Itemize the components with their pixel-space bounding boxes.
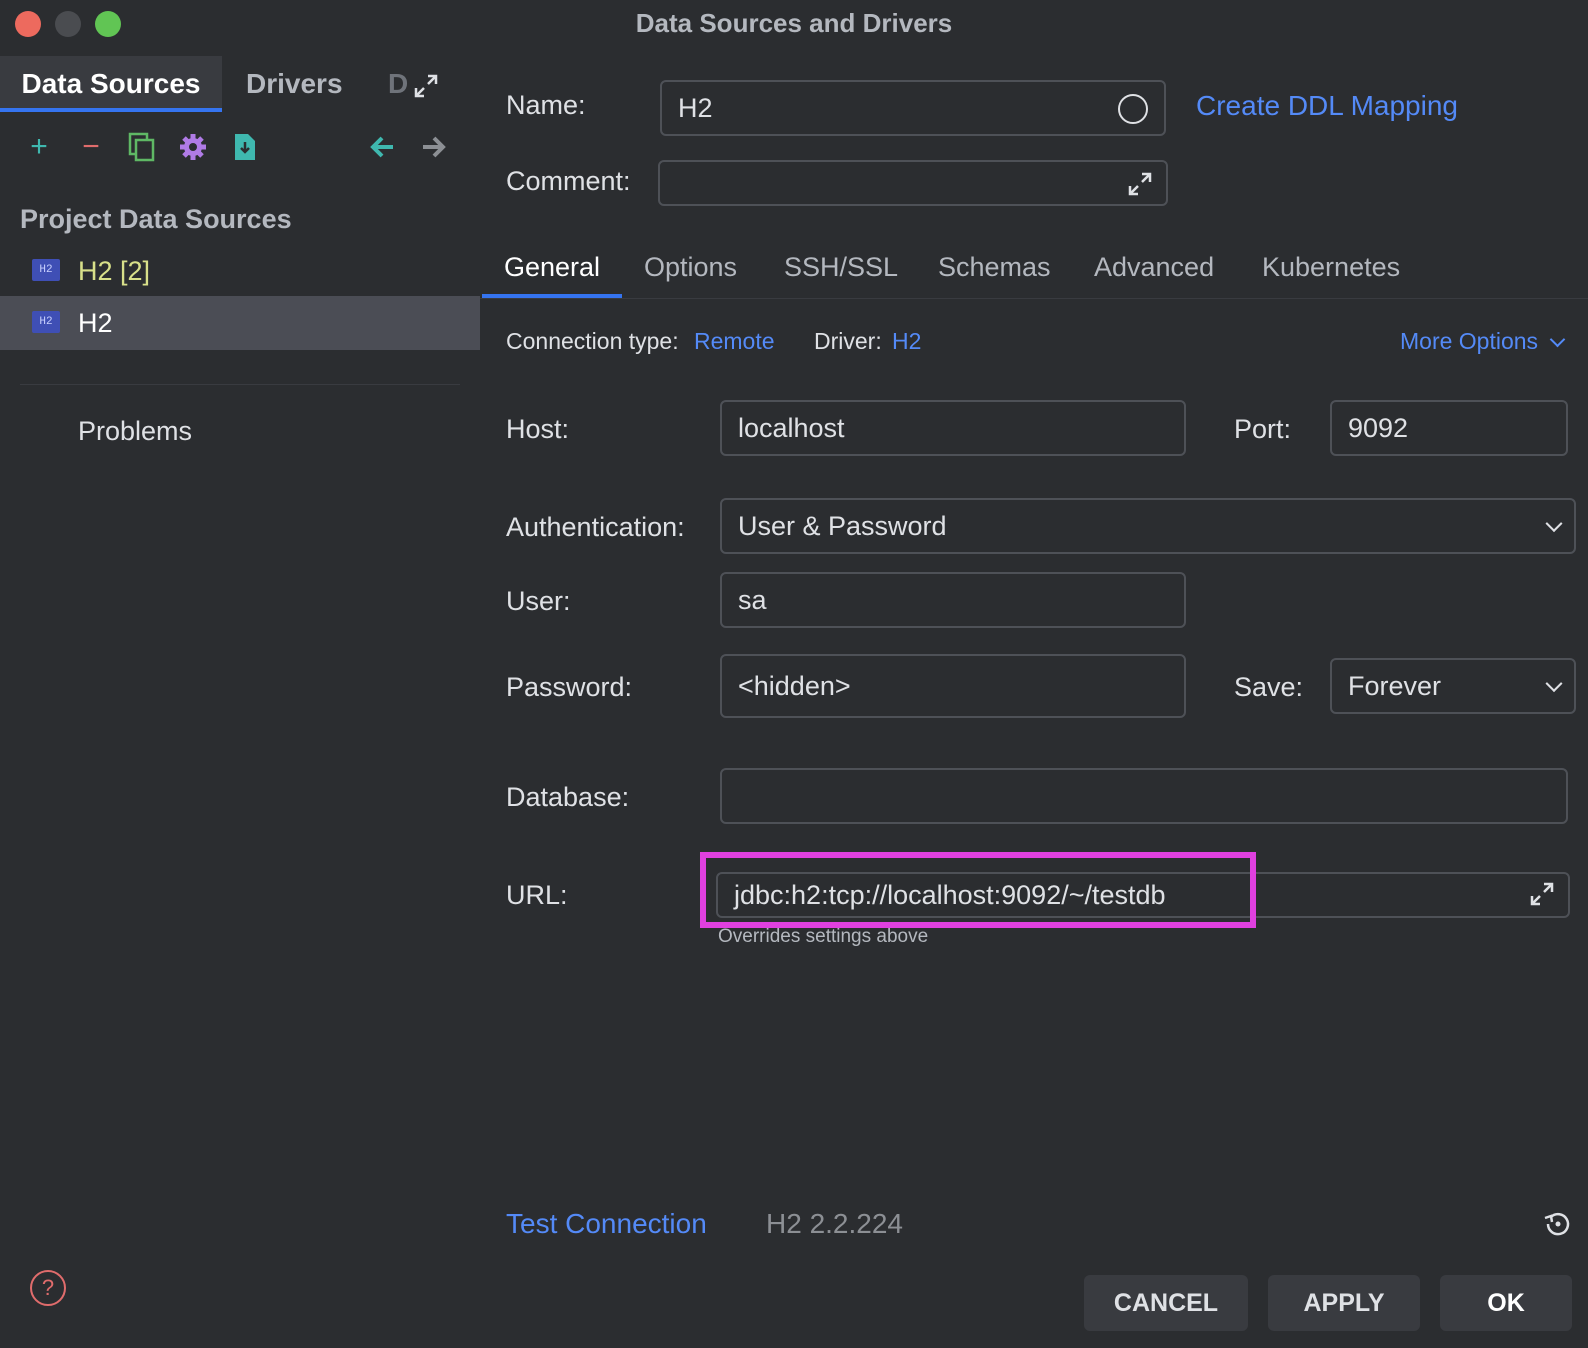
expand-icon[interactable]: [412, 72, 440, 100]
revert-icon[interactable]: [1542, 1208, 1574, 1240]
create-ddl-link[interactable]: Create DDL Mapping: [1196, 90, 1458, 122]
database-input[interactable]: [720, 768, 1568, 824]
chevron-down-icon: [1545, 515, 1563, 533]
name-field[interactable]: H2: [660, 80, 1166, 136]
tab-data-sources[interactable]: Data Sources: [0, 56, 222, 112]
remove-icon[interactable]: −: [74, 130, 108, 164]
divider: [20, 384, 460, 385]
connection-type-link[interactable]: Remote: [694, 328, 775, 355]
duplicate-icon[interactable]: [124, 130, 158, 164]
color-circle-icon[interactable]: [1118, 94, 1148, 124]
gear-icon[interactable]: [176, 130, 210, 164]
forward-arrow-icon[interactable]: [416, 130, 450, 164]
left-panel: Data Sources Drivers D + − Project Data …: [0, 52, 480, 1348]
expand-icon[interactable]: [1126, 170, 1154, 205]
driver-version: H2 2.2.224: [766, 1208, 903, 1239]
host-label: Host:: [506, 414, 570, 444]
tree-item-h2-2[interactable]: H2 H2 [2]: [0, 244, 480, 298]
port-label: Port:: [1234, 414, 1292, 444]
problems-item[interactable]: Problems: [78, 416, 192, 447]
connection-type-label: Connection type:: [506, 328, 679, 354]
password-label: Password:: [506, 672, 633, 702]
test-connection-link[interactable]: Test Connection: [506, 1208, 707, 1240]
save-label: Save:: [1234, 672, 1304, 702]
help-icon[interactable]: ?: [30, 1270, 66, 1306]
expand-icon[interactable]: [1528, 880, 1556, 915]
title-bar: Data Sources and Drivers: [0, 0, 1588, 52]
tab-advanced[interactable]: Advanced: [1094, 248, 1214, 298]
database-icon: H2: [32, 259, 60, 281]
apply-button[interactable]: APPLY: [1268, 1275, 1420, 1331]
tab-ssh-ssl[interactable]: SSH/SSL: [784, 248, 898, 298]
tree-item-label: H2: [78, 308, 113, 338]
more-options-link[interactable]: More Options: [1400, 328, 1566, 355]
chevron-down-icon: [1545, 675, 1563, 693]
tab-options[interactable]: Options: [644, 248, 737, 298]
comment-label: Comment:: [506, 166, 631, 196]
save-value: Forever: [1348, 670, 1442, 701]
user-input[interactable]: sa: [720, 572, 1186, 628]
save-select[interactable]: Forever: [1330, 658, 1576, 714]
tab-general[interactable]: General: [482, 248, 623, 298]
user-label: User:: [506, 586, 571, 616]
tab-truncated[interactable]: D: [388, 56, 408, 112]
section-title: Project Data Sources: [20, 204, 292, 234]
window-title: Data Sources and Drivers: [635, 8, 953, 38]
ok-button[interactable]: OK: [1440, 1275, 1572, 1331]
host-input[interactable]: localhost: [720, 400, 1186, 456]
chevron-down-icon: [1550, 331, 1566, 348]
url-label: URL:: [506, 880, 568, 910]
authentication-label: Authentication:: [506, 512, 685, 542]
driver-label: Driver:: [814, 328, 882, 354]
tree-item-h2[interactable]: H2 H2: [0, 296, 480, 350]
port-input[interactable]: 9092: [1330, 400, 1568, 456]
driver-link[interactable]: H2: [892, 328, 921, 355]
authentication-value: User & Password: [738, 510, 947, 541]
cancel-button[interactable]: CANCEL: [1084, 1275, 1248, 1331]
add-icon[interactable]: +: [22, 130, 56, 164]
tab-drivers[interactable]: Drivers: [246, 56, 343, 112]
authentication-select[interactable]: User & Password: [720, 498, 1576, 554]
password-input[interactable]: <hidden>: [720, 654, 1186, 718]
name-label: Name:: [506, 90, 586, 120]
import-icon[interactable]: [228, 130, 262, 164]
comment-field[interactable]: [658, 160, 1168, 206]
tab-schemas[interactable]: Schemas: [938, 248, 1051, 298]
tree-item-label: H2 [2]: [78, 256, 151, 286]
name-value: H2: [678, 92, 713, 123]
highlight-box: [700, 852, 1256, 928]
database-icon: H2: [32, 311, 60, 333]
tab-kubernetes[interactable]: Kubernetes: [1262, 248, 1400, 298]
url-hint: Overrides settings above: [718, 926, 929, 947]
back-arrow-icon[interactable]: [366, 130, 400, 164]
more-options-label: More Options: [1400, 328, 1539, 354]
tab-divider: [480, 298, 1588, 299]
database-label: Database:: [506, 782, 630, 812]
